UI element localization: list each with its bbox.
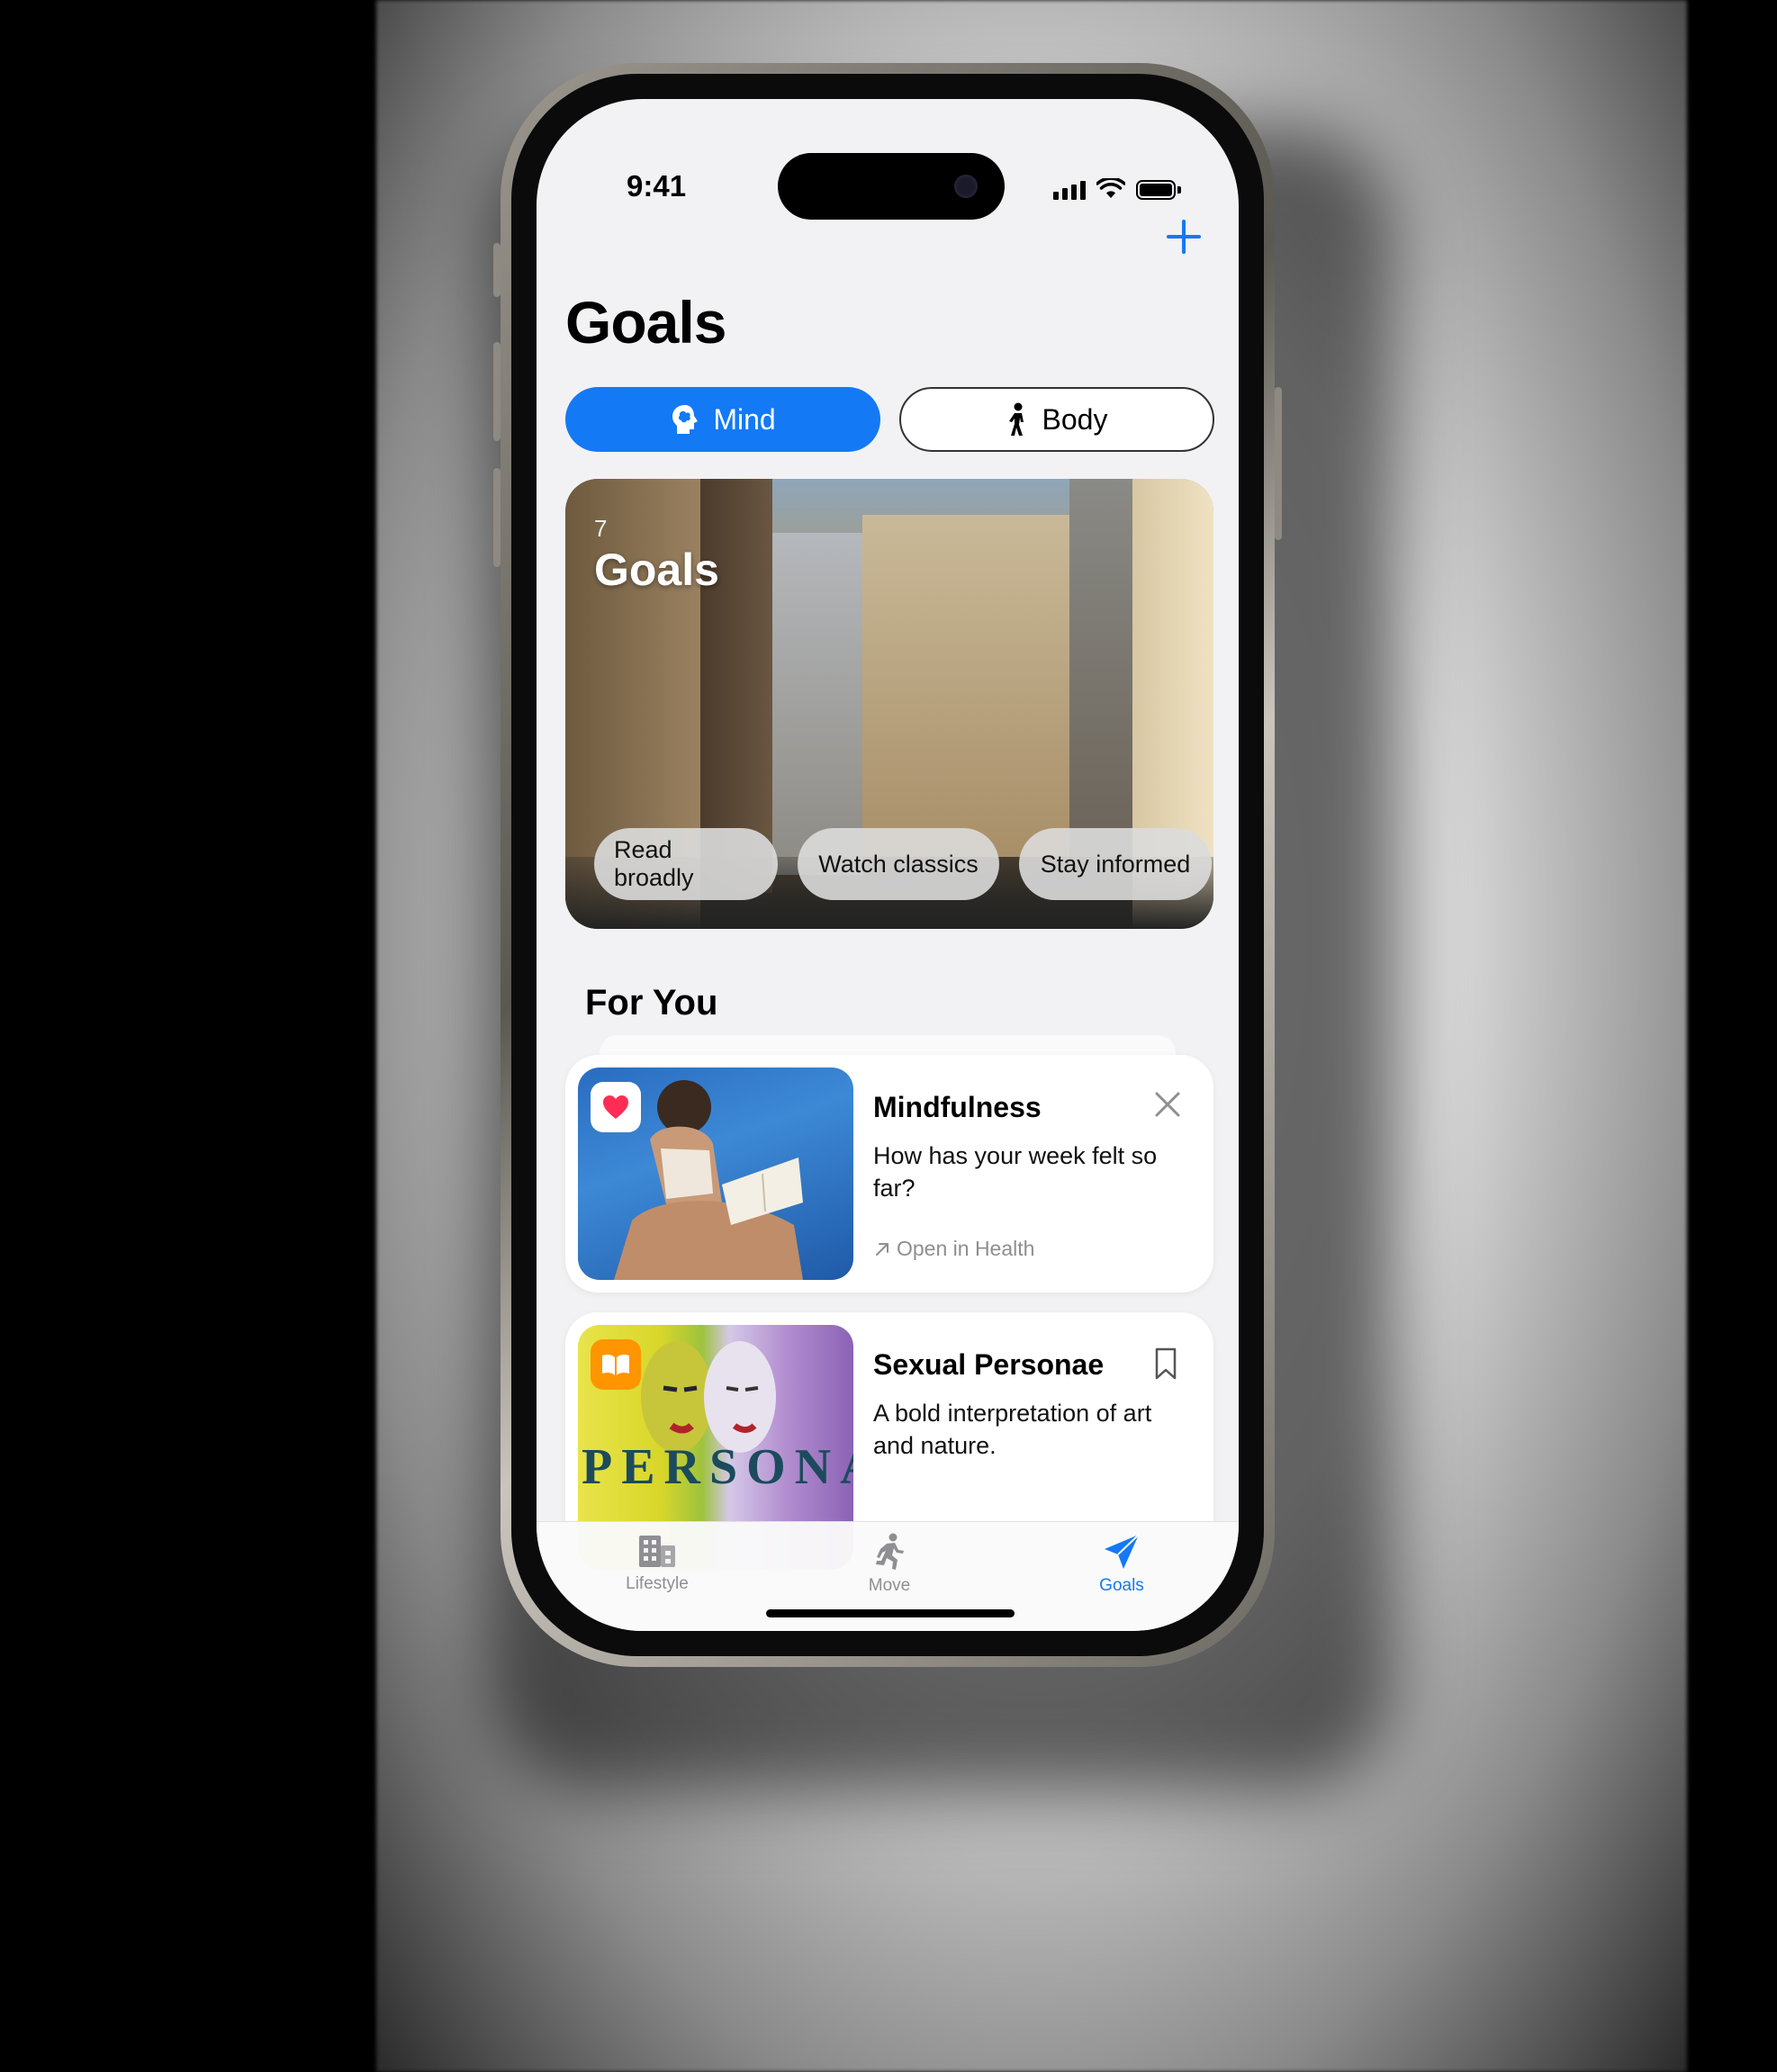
app-screen: 9:41 Goals Mind Body 7 Goals Read broadl… bbox=[537, 99, 1239, 1631]
action-button bbox=[493, 243, 501, 297]
segment-body-label: Body bbox=[1042, 402, 1108, 436]
tab-move-label: Move bbox=[868, 1576, 911, 1595]
dynamic-island bbox=[778, 153, 1005, 220]
segment-mind[interactable]: Mind bbox=[565, 387, 880, 452]
arrow-up-right-icon bbox=[876, 1242, 888, 1256]
status-time: 9:41 bbox=[627, 169, 687, 203]
hero-building-far bbox=[772, 533, 862, 875]
open-in-health-label: Open in Health bbox=[897, 1237, 1035, 1260]
book-title: Sexual Personae bbox=[873, 1348, 1105, 1381]
battery-icon bbox=[1136, 180, 1176, 200]
chip-stay-informed[interactable]: Stay informed bbox=[1019, 828, 1212, 900]
tab-move[interactable]: Move bbox=[817, 1533, 961, 1596]
hero-goal-count: 7 bbox=[594, 515, 608, 542]
health-app-badge bbox=[591, 1082, 641, 1132]
brain-head-icon bbox=[672, 405, 699, 434]
book-description: A bold interpretation of art and nature. bbox=[873, 1400, 1152, 1459]
camera-icon bbox=[954, 175, 978, 198]
chip-watch-classics[interactable]: Watch classics bbox=[798, 828, 999, 900]
hero-building-center bbox=[862, 515, 1069, 857]
paper-plane-icon bbox=[1105, 1534, 1140, 1569]
status-bar: 9:41 bbox=[537, 99, 1239, 220]
home-indicator[interactable] bbox=[766, 1609, 1015, 1617]
wifi-icon bbox=[1096, 178, 1125, 198]
mindfulness-body: How has your week felt so far? bbox=[873, 1142, 1158, 1202]
svg-text:PERSONAE: PERSONAE bbox=[582, 1439, 853, 1495]
plus-icon bbox=[1167, 220, 1201, 254]
power-button bbox=[1275, 387, 1282, 540]
close-icon[interactable] bbox=[1152, 1089, 1183, 1120]
status-icons bbox=[1053, 178, 1181, 200]
segment-body[interactable]: Body bbox=[899, 387, 1214, 452]
tab-lifestyle-label: Lifestyle bbox=[626, 1574, 689, 1593]
hero-title: Goals bbox=[594, 545, 719, 595]
goals-hero-card[interactable]: 7 Goals Read broadly Watch classics Stay… bbox=[565, 479, 1213, 929]
health-heart-icon bbox=[603, 1095, 628, 1119]
segment-mind-label: Mind bbox=[713, 402, 776, 436]
mindfulness-thumbnail bbox=[578, 1068, 853, 1280]
mindfulness-card[interactable]: Mindfulness How has your week felt so fa… bbox=[565, 1055, 1213, 1293]
cellular-signal-icon bbox=[1053, 181, 1086, 200]
chip-read-broadly[interactable]: Read broadly bbox=[594, 828, 778, 900]
open-in-health-link[interactable]: Open in Health bbox=[873, 1237, 1034, 1261]
mindfulness-title: Mindfulness bbox=[873, 1091, 1042, 1123]
add-goal-button[interactable] bbox=[1161, 216, 1206, 261]
battery-tip bbox=[1177, 186, 1181, 194]
books-icon bbox=[602, 1354, 629, 1375]
tab-lifestyle[interactable]: Lifestyle bbox=[585, 1533, 729, 1594]
bookmark-icon[interactable] bbox=[1154, 1347, 1177, 1381]
books-app-badge bbox=[591, 1339, 641, 1390]
tab-goals-label: Goals bbox=[1099, 1576, 1144, 1595]
tab-goals[interactable]: Goals bbox=[1050, 1533, 1194, 1596]
running-figure-icon bbox=[876, 1533, 904, 1570]
phone-frame: 9:41 Goals Mind Body 7 Goals Read broadl… bbox=[493, 63, 1282, 1667]
walking-figure-icon bbox=[1008, 402, 1024, 436]
volume-up-button bbox=[493, 342, 501, 441]
for-you-heading: For You bbox=[585, 983, 718, 1022]
volume-down-button bbox=[493, 468, 501, 567]
building-icon bbox=[639, 1536, 675, 1567]
page-title: Goals bbox=[565, 289, 726, 356]
